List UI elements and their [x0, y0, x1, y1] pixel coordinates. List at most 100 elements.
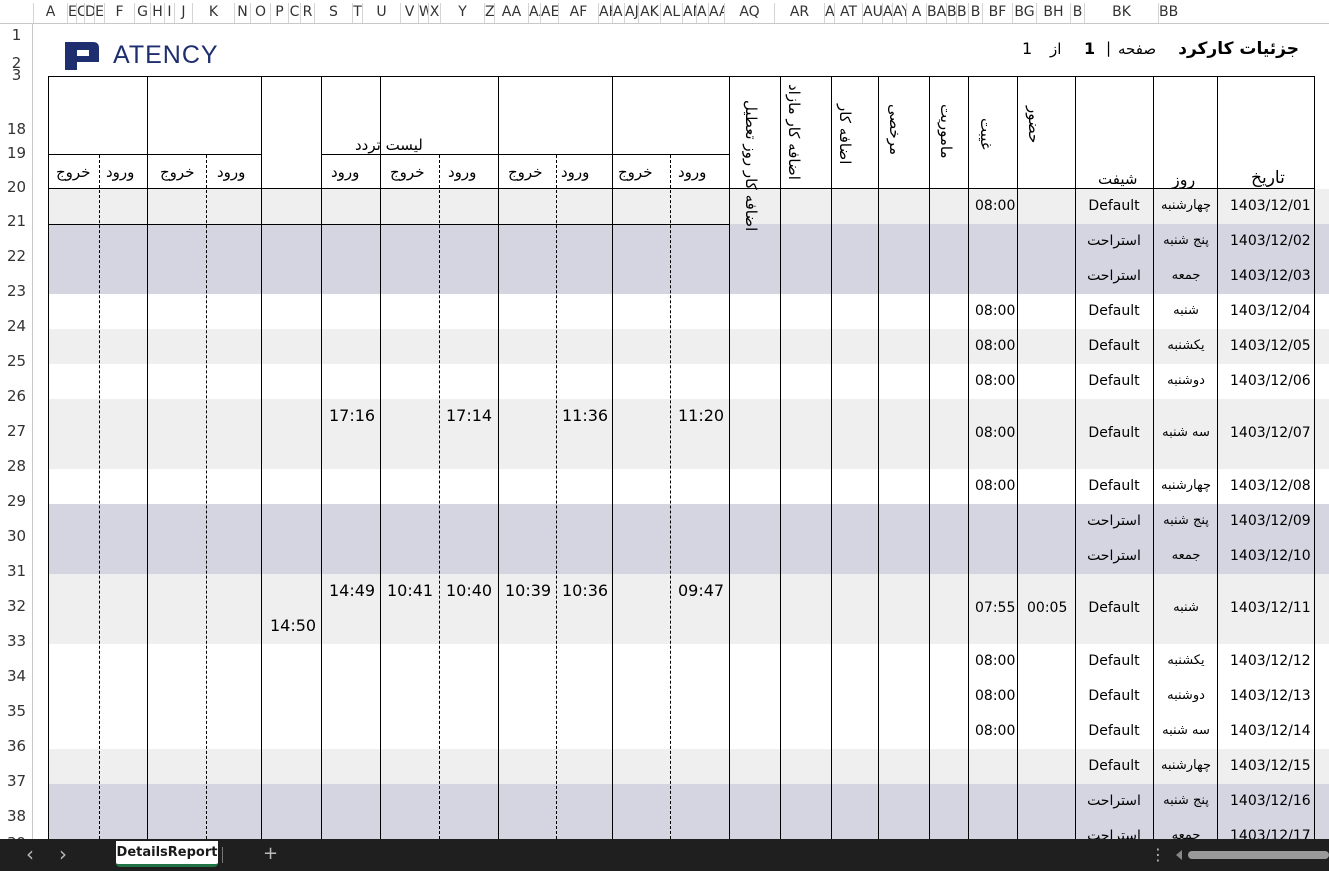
column-header[interactable]: O — [250, 3, 270, 23]
date-cell: 1403/12/10 — [1230, 547, 1311, 564]
column-header[interactable]: BB — [946, 3, 956, 23]
column-header[interactable]: AI — [612, 3, 624, 23]
column-header[interactable]: N — [234, 3, 250, 23]
column-header[interactable]: B — [1070, 3, 1084, 23]
column-header[interactable]: AL — [660, 3, 682, 23]
next-sheet-icon[interactable]: › — [59, 842, 67, 866]
row-number[interactable]: 31 — [0, 562, 33, 580]
date-cell: 1403/12/14 — [1230, 722, 1311, 739]
row-number[interactable]: 37 — [0, 772, 33, 790]
column-header[interactable]: AJ — [624, 3, 638, 23]
row-number[interactable]: 23 — [0, 282, 33, 300]
row-number[interactable]: 18 — [0, 120, 33, 138]
grid-line — [147, 76, 148, 839]
row-number[interactable]: 24 — [0, 317, 33, 335]
column-header[interactable]: C — [76, 3, 84, 23]
company-logo: ATENCY — [63, 40, 219, 70]
column-header[interactable]: AF — [558, 3, 598, 23]
row-number[interactable]: 25 — [0, 352, 33, 370]
row-number[interactable]: 19 — [0, 144, 33, 162]
column-header[interactable]: B — [968, 3, 982, 23]
traffic-time-cell: 11:20 — [678, 406, 725, 425]
column-header[interactable]: AQ — [724, 3, 774, 23]
column-header[interactable]: BA — [926, 3, 946, 23]
column-header[interactable]: S — [314, 3, 352, 23]
day-cell: سه شنبه — [1162, 722, 1210, 738]
column-header[interactable]: U — [362, 3, 400, 23]
column-header[interactable]: E — [94, 3, 104, 23]
row-number[interactable]: 30 — [0, 527, 33, 545]
column-header[interactable]: AR — [774, 3, 824, 23]
row-number[interactable]: 34 — [0, 667, 33, 685]
row-number[interactable]: 28 — [0, 457, 33, 475]
worksheet-grid[interactable]: ATENCY جزئیات کارکرد صفحه | 1 از 1 تاریخ… — [33, 24, 1329, 839]
column-header[interactable]: Z — [484, 3, 494, 23]
column-header[interactable]: A — [906, 3, 926, 23]
column-header[interactable]: BG — [1012, 3, 1036, 23]
date-header: تاریخ — [1251, 168, 1285, 188]
column-header[interactable]: BD — [956, 3, 968, 23]
sheet-tab-detailsreport[interactable]: DetailsReport — [116, 841, 218, 867]
column-header[interactable]: AM — [682, 3, 696, 23]
row-number[interactable]: 21 — [0, 212, 33, 230]
column-header[interactable]: P — [270, 3, 288, 23]
row-number[interactable]: 38 — [0, 807, 33, 825]
more-options-icon[interactable]: ⋮ — [1150, 845, 1166, 864]
column-header[interactable]: AAD — [528, 3, 540, 23]
column-header[interactable]: AA — [494, 3, 528, 23]
row-number[interactable]: 32 — [0, 597, 33, 615]
column-header[interactable]: A — [824, 3, 834, 23]
prev-sheet-icon[interactable]: ‹ — [26, 842, 34, 866]
column-header[interactable]: J — [174, 3, 192, 23]
row-header-bar[interactable]: 1 2 3 18 19 20 21 22 23 24 25 26 27 28 29 30 31 32 33 34 35 3… — [0, 24, 33, 852]
row-number[interactable]: 3 — [0, 66, 33, 84]
column-header[interactable]: I — [164, 3, 174, 23]
column-header[interactable]: BH — [1036, 3, 1070, 23]
column-header[interactable]: W — [418, 3, 428, 23]
row-number[interactable]: 1 — [0, 26, 33, 44]
column-header[interactable]: Y — [440, 3, 484, 23]
row-number[interactable]: 20 — [0, 178, 33, 196]
column-header[interactable]: AA — [708, 3, 724, 23]
column-header[interactable]: AN — [696, 3, 708, 23]
column-header-bar[interactable]: AECDEFGHIJKNOPCRSTUVWXYZAAAADAEAFAHAIAJA… — [0, 0, 1329, 24]
scroll-left-icon[interactable] — [1176, 850, 1182, 860]
column-header[interactable]: AK — [638, 3, 660, 23]
column-header[interactable]: E — [67, 3, 76, 23]
column-header[interactable]: AY — [892, 3, 906, 23]
column-header[interactable]: T — [352, 3, 362, 23]
column-header[interactable]: BF — [982, 3, 1012, 23]
grid-line — [729, 76, 730, 839]
day-cell: جمعه — [1171, 827, 1201, 840]
column-header[interactable]: G — [134, 3, 150, 23]
column-header[interactable]: AT — [834, 3, 862, 23]
column-header[interactable]: BB — [1158, 3, 1178, 23]
column-header[interactable]: BK — [1084, 3, 1158, 23]
column-header[interactable]: AU — [862, 3, 882, 23]
column-header[interactable]: X — [428, 3, 440, 23]
row-number[interactable]: 29 — [0, 492, 33, 510]
column-header[interactable]: F — [104, 3, 134, 23]
add-sheet-button[interactable]: + — [263, 843, 278, 864]
shift-cell: Default — [1088, 425, 1140, 441]
column-header[interactable]: K — [192, 3, 234, 23]
row-number[interactable]: 27 — [0, 422, 33, 440]
row-number[interactable]: 33 — [0, 632, 33, 650]
date-cell: 1403/12/12 — [1230, 652, 1311, 669]
column-header[interactable]: R — [300, 3, 314, 23]
horizontal-scrollbar[interactable] — [1188, 851, 1329, 859]
column-header[interactable]: H — [150, 3, 164, 23]
column-header[interactable]: AE — [540, 3, 558, 23]
column-header[interactable]: A — [33, 3, 67, 23]
column-header[interactable]: AH — [598, 3, 612, 23]
row-number[interactable]: 36 — [0, 737, 33, 755]
sheet-divider — [222, 847, 223, 863]
row-number[interactable]: 35 — [0, 702, 33, 720]
row-number[interactable]: 26 — [0, 387, 33, 405]
row-number[interactable]: 22 — [0, 247, 33, 265]
column-header[interactable]: C — [288, 3, 300, 23]
column-header[interactable]: AY — [882, 3, 892, 23]
column-header[interactable]: V — [400, 3, 418, 23]
column-header[interactable]: D — [84, 3, 94, 23]
shift-cell: Default — [1088, 302, 1140, 319]
